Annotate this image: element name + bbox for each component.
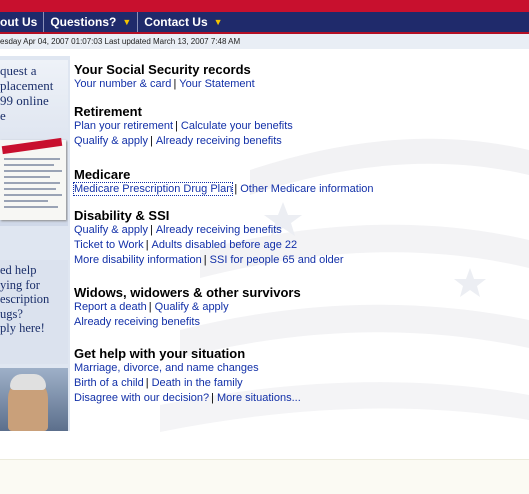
- section-retirement: Retirement Plan your retirement | Calculat…: [74, 104, 524, 149]
- link-row: Disagree with our decision? | More situati…: [74, 391, 524, 406]
- link-row: Plan your retirement | Calculate your bene…: [74, 119, 524, 134]
- link-number-card[interactable]: Your number & card: [74, 78, 171, 90]
- top-red-band: [0, 0, 529, 12]
- promo1-line: placement: [0, 78, 54, 93]
- section-title: Get help with your situation: [74, 346, 246, 361]
- promo2-line: ply here!: [0, 321, 45, 335]
- link-row: Ticket to Work | Adults disabled before ag…: [74, 238, 524, 253]
- link-plan-retirement[interactable]: Plan your retirement: [74, 120, 173, 132]
- link-row: More disability information | SSI for peop…: [74, 253, 524, 268]
- promo2-line: ying for: [0, 277, 40, 292]
- link-your-statement[interactable]: Your Statement: [179, 78, 254, 90]
- promo-prescription-help[interactable]: ed help ying for escription ugs? ply her…: [0, 260, 68, 364]
- promo-request-replacement[interactable]: quest a placement 99 online e: [0, 60, 68, 226]
- section-title: Disability & SSI: [74, 208, 170, 223]
- link-row: Qualify & apply | Already receiving benefi…: [74, 134, 524, 149]
- link-qualify-apply[interactable]: Qualify & apply: [155, 301, 229, 313]
- date-updated-bar: esday Apr 04, 2007 01:07:03 Last updated…: [0, 34, 529, 49]
- promo2-line: escription: [0, 292, 50, 306]
- link-already-receiving[interactable]: Already receiving benefits: [156, 135, 282, 147]
- link-separator: |: [149, 224, 153, 236]
- promo2-line: ed help: [0, 263, 37, 277]
- dropdown-caret-icon: ▼: [122, 17, 132, 27]
- link-other-medicare-info[interactable]: Other Medicare information: [240, 183, 373, 195]
- promo1-line: e: [0, 108, 6, 123]
- section-title: Medicare: [74, 167, 131, 182]
- link-row: Marriage, divorce, and name changes: [74, 361, 524, 376]
- top-navigation-bar: out Us Questions? ▼ Contact Us ▼: [0, 12, 529, 34]
- link-row: Your number & card | Your Statement: [74, 77, 524, 92]
- promo2-line: ugs?: [0, 306, 23, 321]
- section-disability-ssi: Disability & SSI Qualify & apply | Already…: [74, 208, 524, 268]
- section-title: Widows, widowers & other survivors: [74, 285, 301, 300]
- footer-strip: [0, 459, 529, 494]
- link-more-disability-info[interactable]: More disability information: [74, 254, 202, 266]
- link-row: Birth of a child | Death in the family: [74, 376, 524, 391]
- link-adults-disabled[interactable]: Adults disabled before age 22: [152, 239, 298, 251]
- section-title: Retirement: [74, 104, 142, 119]
- promo-photo-elderly-man[interactable]: [0, 368, 68, 431]
- link-report-death[interactable]: Report a death: [74, 301, 147, 313]
- main-content: Your Social Security records Your number…: [72, 62, 524, 406]
- link-calculate-benefits[interactable]: Calculate your benefits: [181, 120, 293, 132]
- link-separator: |: [173, 78, 177, 90]
- link-row: Medicare Prescription Drug Plan | Other Me…: [72, 182, 524, 197]
- promo1-line: 99 online: [0, 93, 49, 108]
- nav-contact-us-label: Contact Us: [144, 15, 208, 29]
- nav-questions[interactable]: Questions? ▼: [43, 12, 137, 32]
- link-separator: |: [148, 301, 152, 313]
- link-medicare-prescription-drug-plan[interactable]: Medicare Prescription Drug Plan: [72, 182, 234, 196]
- link-separator: |: [211, 392, 214, 404]
- link-row: Report a death | Qualify & apply: [74, 300, 524, 315]
- link-qualify-apply[interactable]: Qualify & apply: [74, 135, 148, 147]
- person-hair: [10, 374, 46, 390]
- link-disagree-decision[interactable]: Disagree with our decision?: [74, 392, 209, 404]
- statement-document-image: [0, 137, 66, 220]
- link-qualify-apply[interactable]: Qualify & apply: [74, 224, 148, 236]
- section-ss-records: Your Social Security records Your number…: [74, 62, 524, 92]
- nav-about-us[interactable]: out Us: [0, 12, 43, 32]
- link-death-in-family[interactable]: Death in the family: [152, 377, 243, 389]
- nav-contact-us[interactable]: Contact Us ▼: [137, 12, 228, 32]
- nav-questions-label: Questions?: [50, 15, 117, 29]
- link-ticket-to-work[interactable]: Ticket to Work: [74, 239, 144, 251]
- link-separator: |: [145, 377, 149, 389]
- link-separator: |: [203, 254, 207, 266]
- link-separator: |: [234, 183, 238, 195]
- link-separator: |: [149, 135, 153, 147]
- nav-about-us-label: out Us: [0, 15, 38, 29]
- link-more-situations[interactable]: More situations...: [217, 392, 301, 404]
- link-separator: |: [145, 239, 149, 251]
- date-updated-text: esday Apr 04, 2007 01:07:03 Last updated…: [0, 37, 241, 46]
- section-medicare: Medicare Medicare Prescription Drug Plan…: [72, 167, 524, 197]
- link-marriage-divorce[interactable]: Marriage, divorce, and name changes: [74, 362, 259, 374]
- promo1-line: quest a: [0, 63, 37, 78]
- section-get-help: Get help with your situation Marriage, d…: [74, 346, 524, 406]
- link-row: Qualify & apply | Already receiving benefi…: [74, 223, 524, 238]
- link-birth-of-child[interactable]: Birth of a child: [74, 377, 144, 389]
- link-separator: |: [175, 120, 178, 132]
- link-already-receiving[interactable]: Already receiving benefits: [156, 224, 282, 236]
- section-title: Your Social Security records: [74, 62, 251, 77]
- link-already-receiving[interactable]: Already receiving benefits: [74, 316, 200, 328]
- link-row: Already receiving benefits: [74, 315, 524, 330]
- link-ssi-65-older[interactable]: SSI for people 65 and older: [210, 254, 344, 266]
- dropdown-caret-icon: ▼: [213, 17, 223, 27]
- section-survivors: Widows, widowers & other survivors Repor…: [74, 285, 524, 330]
